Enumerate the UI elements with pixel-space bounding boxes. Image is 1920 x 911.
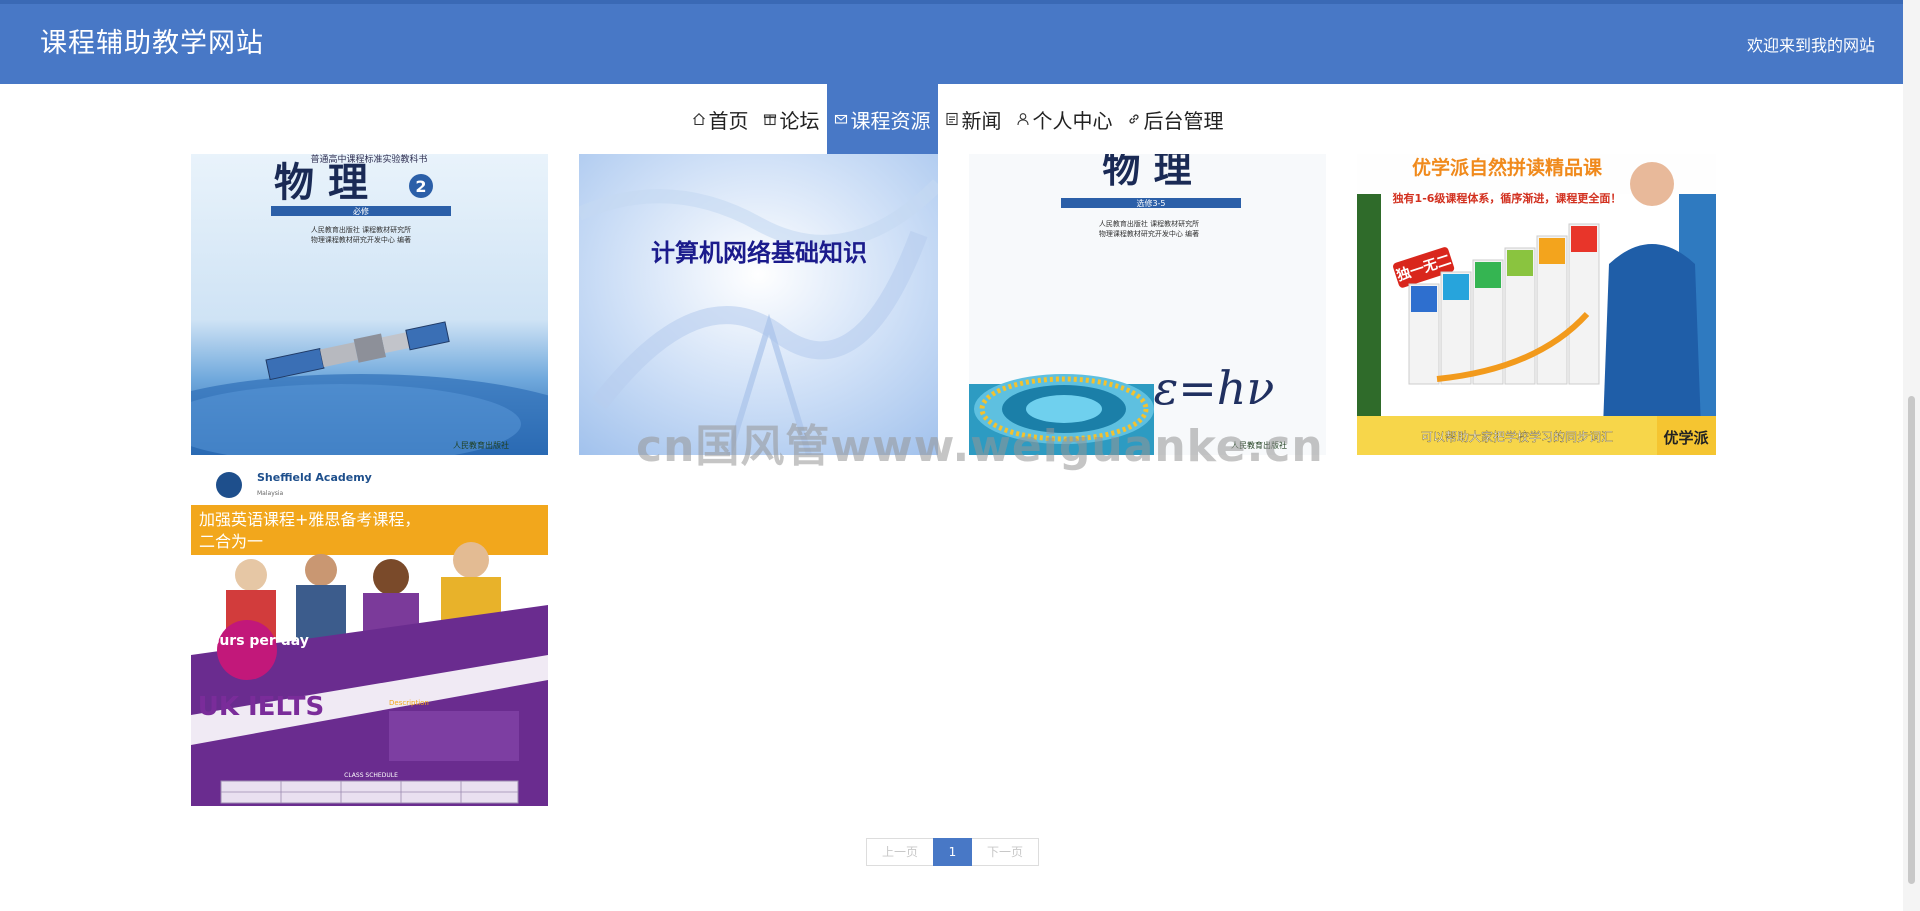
cover-title: 物 理 xyxy=(274,159,368,206)
nav-item-label: 课程资源 xyxy=(850,108,931,133)
next-page-button[interactable]: 下一页 xyxy=(972,838,1039,866)
nav-item-personal-center[interactable]: 个人中心 xyxy=(1009,84,1120,154)
nav-item-forum[interactable]: 论坛 xyxy=(756,84,827,154)
mail-icon xyxy=(834,112,848,126)
prev-page-button[interactable]: 上一页 xyxy=(866,838,933,866)
forum-icon xyxy=(763,112,777,126)
site-header: 课程辅助教学网站 欢迎来到我的网站 xyxy=(0,0,1903,84)
page-number-button[interactable]: 1 xyxy=(933,838,972,866)
cover-text: Malaysia xyxy=(257,490,284,497)
user-icon xyxy=(1016,112,1030,126)
nav-item-label: 首页 xyxy=(708,108,749,133)
physics-2-cover-image: 普通高中课程标准实验教科书 物 理 2 必修 人民教育出版社 课程教材研究所 物… xyxy=(191,154,548,455)
cover-title: 物 理 xyxy=(1102,154,1191,191)
resource-card-physics-2[interactable]: 普通高中课程标准实验教科书 物 理 2 必修 人民教育出版社 课程教材研究所 物… xyxy=(191,154,548,455)
link-icon xyxy=(1127,112,1141,126)
pagination: 上一页 1 下一页 xyxy=(866,838,1039,866)
watermark-text: cn国风管www.weiguanke.cn xyxy=(636,421,1324,472)
cover-text: 人民教育出版社 课程教材研究所 xyxy=(311,225,411,234)
phonics-course-cover-image: 优学派自然拼读精品课 独有1-6级课程体系，循序渐进，课程更全面！ 独一无二 可… xyxy=(1357,154,1716,455)
nav-item-course-resources[interactable]: 课程资源 xyxy=(826,84,938,154)
ielts-course-cover-image: Sheffield Academy Malaysia 加强英语课程+雅思备考课程… xyxy=(191,465,548,806)
site-title[interactable]: 课程辅助教学网站 xyxy=(40,26,264,62)
page: 课程辅助教学网站 欢迎来到我的网站 首页 论坛 课程资源 新闻 个人中心 后台管… xyxy=(0,0,1920,911)
cover-text: 可以帮助大家把学校学习的同步词汇 xyxy=(1421,429,1613,444)
cover-number: 2 xyxy=(415,177,426,196)
resource-card-phonics-course[interactable]: 优学派自然拼读精品课 独有1-6级课程体系，循序渐进，课程更全面！ 独一无二 可… xyxy=(1357,154,1716,455)
nav-item-home[interactable]: 首页 xyxy=(685,84,756,154)
cover-text: 必修 xyxy=(353,206,369,216)
cover-text: Description xyxy=(389,699,429,707)
nav-item-label: 新闻 xyxy=(961,108,1002,133)
nav-item-label: 个人中心 xyxy=(1032,108,1113,133)
main-nav: 首页 论坛 课程资源 新闻 个人中心 后台管理 xyxy=(0,84,1903,154)
cover-headline: UK IELTS xyxy=(198,692,324,722)
nav-item-label: 论坛 xyxy=(779,108,820,133)
cover-text: 人民教育出版社 xyxy=(453,440,509,450)
cover-text: CLASS SCHEDULE xyxy=(344,772,398,779)
cover-text: 人民教育出版社 课程教材研究所 xyxy=(1099,219,1199,228)
cover-text: 物理课程教材研究开发中心 编著 xyxy=(1099,229,1199,238)
cover-title: 计算机网络基础知识 xyxy=(651,239,867,267)
resource-card-ielts-course[interactable]: Sheffield Academy Malaysia 加强英语课程+雅思备考课程… xyxy=(191,465,548,806)
scrollbar-thumb[interactable] xyxy=(1908,396,1915,884)
cover-title: Sheffield Academy xyxy=(257,471,372,484)
cover-text: 物理课程教材研究开发中心 编著 xyxy=(311,235,411,244)
welcome-text: 欢迎来到我的网站 xyxy=(1746,36,1875,55)
vertical-scrollbar[interactable] xyxy=(1903,0,1920,911)
cover-text: 选修3-5 xyxy=(1136,198,1165,208)
cover-headline: 二合为一 xyxy=(199,532,263,551)
cover-formula: ε=hν xyxy=(1154,361,1275,415)
home-icon xyxy=(692,112,706,126)
cover-brand: 优学派 xyxy=(1663,429,1709,447)
news-icon xyxy=(945,112,959,126)
nav-item-admin[interactable]: 后台管理 xyxy=(1120,84,1231,154)
cover-title: 优学派自然拼读精品课 xyxy=(1412,156,1603,179)
nav-item-news[interactable]: 新闻 xyxy=(938,84,1009,154)
cover-headline: 加强英语课程+雅思备考课程， xyxy=(199,510,420,529)
cover-badge: 6 hours per day xyxy=(191,633,309,649)
cover-text: 独有1-6级课程体系，循序渐进，课程更全面！ xyxy=(1392,191,1622,205)
nav-item-label: 后台管理 xyxy=(1143,108,1224,133)
